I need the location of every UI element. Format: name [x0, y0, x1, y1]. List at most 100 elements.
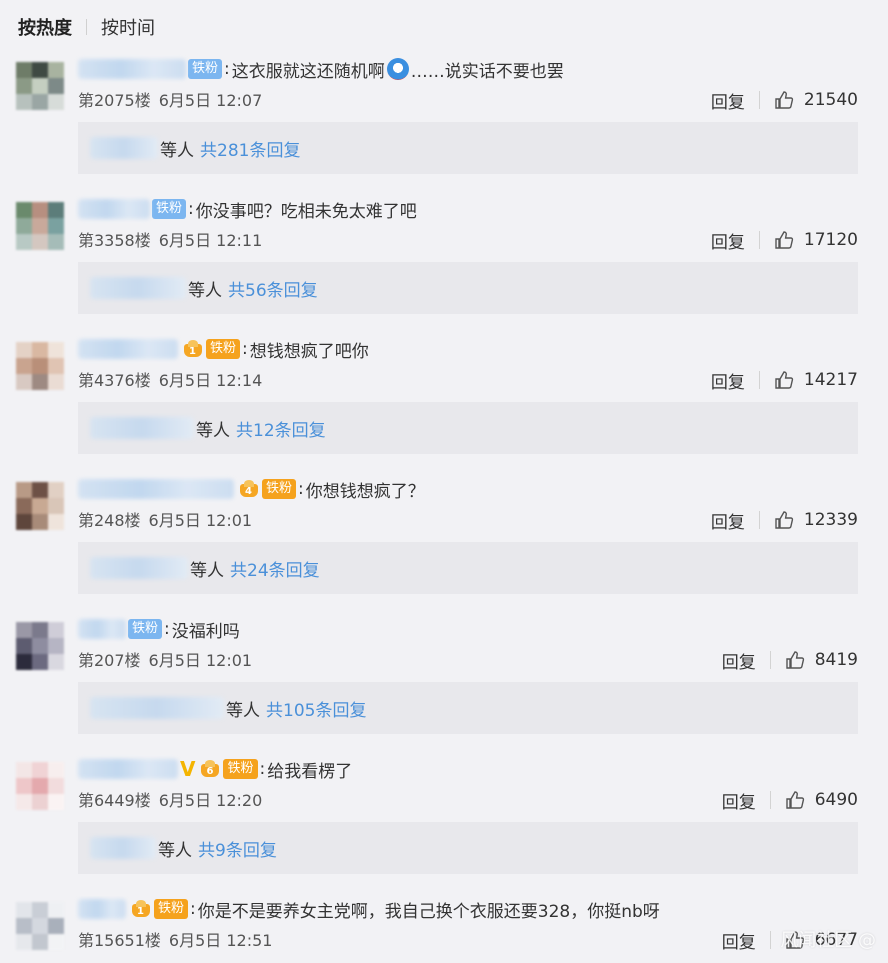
- floor-number: 第248楼: [78, 511, 141, 530]
- replies-suffix: 等人: [226, 700, 260, 721]
- reply-count-link[interactable]: 共105条回复: [266, 696, 366, 721]
- thumbs-up-icon[interactable]: [774, 510, 794, 530]
- colon: :: [242, 339, 248, 359]
- comment-meta: 第2075楼 6月5日 12:07: [78, 88, 262, 110]
- reply-count-link[interactable]: 共12条回复: [236, 416, 326, 441]
- comment-line: 4 铁粉 : 你想钱想疯了？: [78, 476, 425, 502]
- replies-preview[interactable]: 等人 共56条回复: [78, 262, 858, 314]
- avatar[interactable]: [16, 342, 64, 390]
- crown-icon: 1: [130, 899, 152, 919]
- comment-item: 1 铁粉 : 你是不是要养女主党啊，我自己换个衣服还要328，你挺nb呀 第15…: [0, 896, 888, 963]
- replies-preview[interactable]: 等人 共281条回复: [78, 122, 858, 174]
- tab-sort-by-time[interactable]: 按时间: [101, 14, 155, 40]
- thumbs-up-icon[interactable]: [785, 650, 805, 670]
- watermark: 风闻社区 @: [780, 930, 876, 951]
- avatar[interactable]: [16, 482, 64, 530]
- replies-preview[interactable]: 等人 共105条回复: [78, 682, 858, 734]
- username-blurred[interactable]: [78, 199, 150, 219]
- action-divider: [758, 231, 760, 249]
- reply-count-link[interactable]: 共24条回复: [230, 556, 320, 581]
- comment-time: 6月5日 12:01: [148, 651, 253, 670]
- comment-time: 6月5日 12:07: [158, 91, 263, 110]
- thumbs-up-icon[interactable]: [774, 90, 794, 110]
- comment-meta: 第248楼 6月5日 12:01: [78, 508, 252, 530]
- avatar[interactable]: [16, 202, 64, 250]
- username-blurred[interactable]: [78, 619, 126, 639]
- crown-icon: 6: [199, 759, 221, 779]
- colon: :: [164, 619, 170, 639]
- verified-v-icon: V: [180, 757, 196, 781]
- comment-text: 没福利吗: [171, 621, 240, 642]
- comment-meta: 第4376楼 6月5日 12:14: [78, 368, 262, 390]
- replier-names-blurred: [90, 277, 186, 299]
- replies-preview[interactable]: 等人 共12条回复: [78, 402, 858, 454]
- reply-button[interactable]: 回复: [711, 508, 745, 533]
- floor-number: 第15651楼: [78, 931, 161, 950]
- username-blurred[interactable]: [78, 59, 186, 79]
- comment-line: 铁粉 : 这衣服就这还随机啊 ……说实话不要也罢: [78, 56, 564, 82]
- action-divider: [769, 931, 771, 949]
- thumbs-up-icon[interactable]: [774, 370, 794, 390]
- replies-preview[interactable]: 等人 共24条回复: [78, 542, 858, 594]
- sort-tabs: 按热度 按时间: [18, 14, 155, 40]
- avatar[interactable]: [16, 902, 64, 950]
- thumbs-up-icon[interactable]: [785, 790, 805, 810]
- comment-actions: 回复 14217: [711, 368, 858, 393]
- floor-number: 第3358楼: [78, 231, 151, 250]
- fan-badge: 铁粉: [262, 479, 297, 499]
- replier-names-blurred: [90, 137, 158, 159]
- comment-item: 4 铁粉 : 你想钱想疯了？ 第248楼 6月5日 12:01 回复 12339…: [0, 476, 888, 616]
- replies-suffix: 等人: [196, 420, 230, 441]
- reply-count-link[interactable]: 共56条回复: [228, 276, 318, 301]
- reply-count-link[interactable]: 共9条回复: [198, 836, 277, 861]
- comment-meta: 第207楼 6月5日 12:01: [78, 648, 252, 670]
- reply-button[interactable]: 回复: [722, 648, 756, 673]
- avatar[interactable]: [16, 762, 64, 810]
- fan-badge: 铁粉: [223, 759, 258, 779]
- comment-item: 铁粉 : 没福利吗 第207楼 6月5日 12:01 回复 8419 等人 共1…: [0, 616, 888, 756]
- comment-item: 铁粉 : 这衣服就这还随机啊 ……说实话不要也罢 第2075楼 6月5日 12:…: [0, 56, 888, 196]
- reply-button[interactable]: 回复: [711, 88, 745, 113]
- comment-line: 铁粉 : 没福利吗: [78, 616, 240, 642]
- reply-button[interactable]: 回复: [711, 228, 745, 253]
- like-count: 8419: [814, 650, 858, 670]
- username-blurred[interactable]: [78, 339, 178, 359]
- colon: :: [298, 479, 304, 499]
- crown-icon: 1: [182, 339, 204, 359]
- replier-names-blurred: [90, 697, 224, 719]
- avatar[interactable]: [16, 62, 64, 110]
- comment-actions: 回复 12339: [711, 508, 858, 533]
- username-blurred[interactable]: [78, 899, 126, 919]
- fan-badge: 铁粉: [154, 899, 189, 919]
- like-count: 21540: [803, 90, 858, 110]
- action-divider: [769, 651, 771, 669]
- fan-badge: 铁粉: [206, 339, 241, 359]
- replies-suffix: 等人: [190, 560, 224, 581]
- comment-time: 6月5日 12:14: [158, 371, 263, 390]
- comment-actions: 回复 8419: [722, 648, 858, 673]
- reply-button[interactable]: 回复: [722, 788, 756, 813]
- comment-actions: 回复 17120: [711, 228, 858, 253]
- floor-number: 第207楼: [78, 651, 141, 670]
- floor-number: 第2075楼: [78, 91, 151, 110]
- comment-time: 6月5日 12:01: [148, 511, 253, 530]
- comment-line: V 6 铁粉 : 给我看楞了: [78, 756, 352, 782]
- username-blurred[interactable]: [78, 479, 234, 499]
- doraemon-emoji-icon: [386, 58, 409, 80]
- comment-time: 6月5日 12:11: [158, 231, 263, 250]
- comment-line: 铁粉 : 你没事吧？吃相未免太难了吧: [78, 196, 417, 222]
- username-blurred[interactable]: [78, 759, 178, 779]
- like-count: 6490: [814, 790, 858, 810]
- reply-count-link[interactable]: 共281条回复: [200, 136, 300, 161]
- thumbs-up-icon[interactable]: [774, 230, 794, 250]
- avatar[interactable]: [16, 622, 64, 670]
- comment-meta: 第6449楼 6月5日 12:20: [78, 788, 262, 810]
- replies-suffix: 等人: [188, 280, 222, 301]
- tab-sort-by-hot[interactable]: 按热度: [18, 14, 72, 40]
- comment-line: 1 铁粉 : 你是不是要养女主党啊，我自己换个衣服还要328，你挺nb呀: [78, 896, 660, 922]
- replier-names-blurred: [90, 837, 156, 859]
- comment-item: 1 铁粉 : 想钱想疯了吧你 第4376楼 6月5日 12:14 回复 1421…: [0, 336, 888, 476]
- reply-button[interactable]: 回复: [711, 368, 745, 393]
- replies-preview[interactable]: 等人 共9条回复: [78, 822, 858, 874]
- reply-button[interactable]: 回复: [722, 928, 756, 953]
